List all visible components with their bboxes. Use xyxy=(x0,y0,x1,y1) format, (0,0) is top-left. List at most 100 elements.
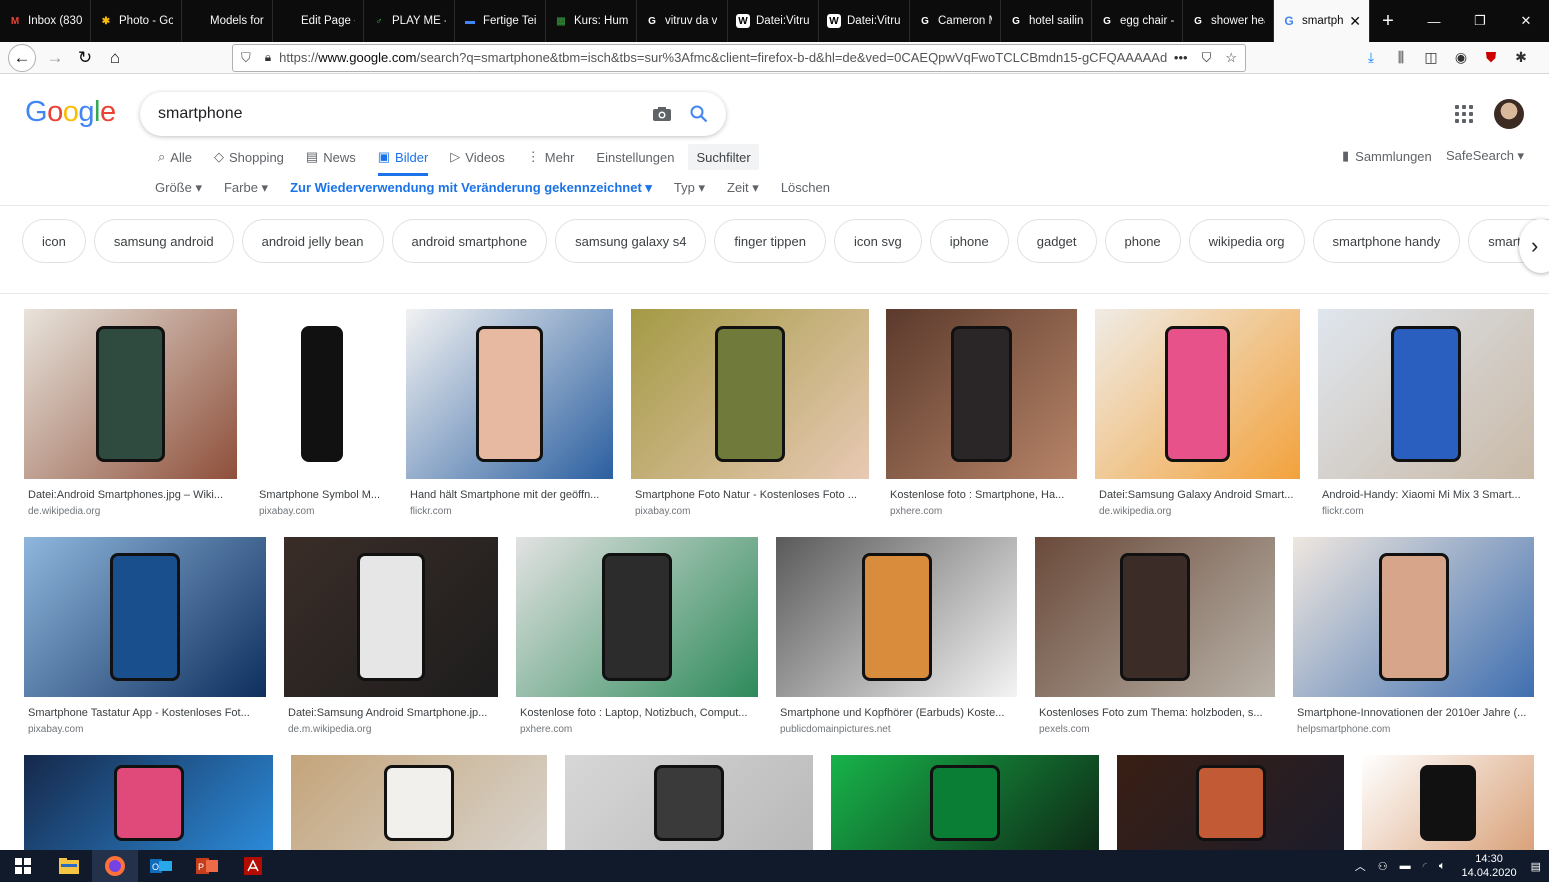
search-filter-button[interactable]: Suchfilter xyxy=(688,144,759,170)
browser-tab[interactable]: Ghotel sailin xyxy=(1001,0,1092,42)
result-thumbnail[interactable] xyxy=(406,309,613,479)
browser-tab[interactable]: M Inbox (830 xyxy=(0,0,91,42)
result-thumbnail[interactable] xyxy=(1035,537,1275,697)
firefox-icon[interactable] xyxy=(92,850,138,882)
browser-tab[interactable]: G Cameron M xyxy=(910,0,1001,42)
home-button[interactable]: ⌂ xyxy=(100,44,130,72)
pocket-icon[interactable]: ⛉ xyxy=(1202,50,1212,66)
filter-type[interactable]: Typ ▾ xyxy=(674,180,705,196)
notifications-icon[interactable]: ▤ xyxy=(1531,860,1541,873)
result-title[interactable]: Datei:Android Smartphones.jpg – Wiki... xyxy=(28,489,237,501)
volume-icon[interactable]: 🔈︎ xyxy=(1439,860,1446,873)
browser-tab[interactable]: Gvitruv da v xyxy=(637,0,728,42)
windows-start-icon[interactable] xyxy=(0,850,46,882)
result-thumbnail[interactable] xyxy=(1318,309,1534,479)
result-thumbnail[interactable] xyxy=(886,309,1077,479)
browser-tab[interactable]: W Datei:Vitru xyxy=(728,0,819,42)
acrobat-icon[interactable] xyxy=(230,850,276,882)
account-icon[interactable]: ◉ xyxy=(1446,49,1476,66)
wifi-icon[interactable]: ◜ xyxy=(1423,860,1427,873)
result-title[interactable]: Android-Handy: Xiaomi Mi Mix 3 Smart... xyxy=(1322,489,1534,501)
result-thumbnail[interactable] xyxy=(516,537,758,697)
search-icon[interactable] xyxy=(690,105,708,123)
result-source[interactable]: flickr.com xyxy=(1322,506,1364,517)
result-title[interactable]: Hand hält Smartphone mit der geöffn... xyxy=(410,489,613,501)
browser-tab[interactable]: W Datei:Vitru xyxy=(819,0,910,42)
result-source[interactable]: helpsmartphone.com xyxy=(1297,724,1390,735)
related-chip[interactable]: wikipedia org xyxy=(1188,219,1305,263)
result-thumbnail[interactable] xyxy=(24,537,266,697)
related-chip[interactable]: android jelly bean xyxy=(241,219,384,263)
result-thumbnail[interactable] xyxy=(1362,755,1534,850)
network-icon[interactable]: ⚇ xyxy=(1378,860,1388,873)
tab-videos[interactable]: ▷ Videos xyxy=(450,144,505,170)
settings-link[interactable]: Einstellungen xyxy=(596,144,674,170)
tab-shopping[interactable]: ◇ Shopping xyxy=(214,144,284,170)
result-thumbnail[interactable] xyxy=(831,755,1099,850)
filter-color[interactable]: Farbe ▾ xyxy=(224,180,268,196)
page-actions-icon[interactable]: ••• xyxy=(1174,50,1188,66)
tab-alle[interactable]: ⌕ Alle xyxy=(158,144,192,170)
browser-tab[interactable]: Gegg chair - xyxy=(1092,0,1183,42)
tracking-shield-icon[interactable]: ⛉ xyxy=(241,50,251,66)
filter-time[interactable]: Zeit ▾ xyxy=(727,180,759,196)
menu-icon[interactable]: ⋮ xyxy=(1536,49,1549,66)
result-source[interactable]: pxhere.com xyxy=(890,506,942,517)
close-window-icon[interactable]: ✕ xyxy=(1503,0,1549,42)
result-source[interactable]: publicdomainpictures.net xyxy=(780,724,891,735)
camera-icon[interactable] xyxy=(652,106,672,122)
result-source[interactable]: pxhere.com xyxy=(520,724,572,735)
related-chip[interactable]: gadget xyxy=(1016,219,1097,263)
reload-button[interactable]: ↻ xyxy=(70,44,100,72)
browser-tab[interactable]: ▬ Fertige Tei xyxy=(455,0,546,42)
minimize-icon[interactable]: — xyxy=(1411,0,1457,42)
result-source[interactable]: pixabay.com xyxy=(259,506,314,517)
outlook-icon[interactable]: O xyxy=(138,850,184,882)
related-chip[interactable]: icon svg xyxy=(833,219,922,263)
collections-link[interactable]: ▮ Sammlungen xyxy=(1342,148,1432,164)
sidebar-icon[interactable]: ◫ xyxy=(1416,49,1446,66)
bookmark-star-icon[interactable]: ☆ xyxy=(1225,50,1237,66)
result-thumbnail[interactable] xyxy=(1095,309,1300,479)
result-thumbnail[interactable] xyxy=(631,309,869,479)
lock-icon[interactable]: 🔒︎ xyxy=(265,50,271,65)
tab-active-smartphone[interactable]: G smartph ✕ xyxy=(1274,0,1370,42)
related-chip[interactable]: smartphone handy xyxy=(1312,219,1461,263)
url-text[interactable]: https://www.google.com/search?q=smartpho… xyxy=(279,50,1168,65)
result-title[interactable]: Datei:Samsung Galaxy Android Smart... xyxy=(1099,489,1300,501)
result-thumbnail[interactable] xyxy=(565,755,813,850)
search-box[interactable]: smartphone xyxy=(140,92,726,136)
forward-button[interactable]: → xyxy=(40,44,70,72)
ublock-icon[interactable]: ⛊ xyxy=(1476,49,1506,66)
new-tab-button[interactable]: + xyxy=(1370,0,1406,42)
browser-tab[interactable]: ▦ Kurs: Hum xyxy=(546,0,637,42)
tab-bilder[interactable]: ▣ Bilder xyxy=(377,144,428,176)
result-source[interactable]: pixabay.com xyxy=(635,506,690,517)
result-title[interactable]: Kostenloses Foto zum Thema: holzboden, s… xyxy=(1039,707,1275,719)
result-title[interactable]: Smartphone und Kopfhörer (Earbuds) Koste… xyxy=(780,707,1017,719)
related-chip[interactable]: android smartphone xyxy=(391,219,548,263)
result-title[interactable]: Smartphone Foto Natur - Kostenloses Foto… xyxy=(635,489,869,501)
related-chip[interactable]: samsung galaxy s4 xyxy=(555,219,707,263)
result-thumbnail[interactable] xyxy=(1117,755,1344,850)
google-apps-icon[interactable] xyxy=(1455,105,1473,123)
tray-chevron-icon[interactable]: ︿ xyxy=(1355,858,1366,874)
back-button[interactable]: ← xyxy=(8,43,36,72)
result-thumbnail[interactable] xyxy=(255,309,389,479)
result-title[interactable]: Smartphone Symbol M... xyxy=(259,489,389,501)
avatar[interactable] xyxy=(1494,99,1524,129)
browser-tab[interactable]: ♂ PLAY ME - xyxy=(364,0,455,42)
result-source[interactable]: de.wikipedia.org xyxy=(28,506,100,517)
related-chip[interactable]: icon xyxy=(22,219,86,263)
result-title[interactable]: Datei:Samsung Android Smartphone.jp... xyxy=(288,707,498,719)
result-title[interactable]: Kostenlose foto : Laptop, Notizbuch, Com… xyxy=(520,707,758,719)
result-source[interactable]: pexels.com xyxy=(1039,724,1090,735)
result-thumbnail[interactable] xyxy=(1293,537,1534,697)
result-thumbnail[interactable] xyxy=(24,309,237,479)
browser-tab[interactable]: Edit Page ‹ HCI xyxy=(273,0,364,42)
battery-icon[interactable]: ▬ xyxy=(1400,860,1411,872)
clock[interactable]: 14:30 14.04.2020 xyxy=(1462,852,1517,880)
download-icon[interactable]: ⤓ xyxy=(1356,49,1386,66)
result-title[interactable]: Smartphone-Innovationen der 2010er Jahre… xyxy=(1297,707,1534,719)
result-thumbnail[interactable] xyxy=(24,755,273,850)
